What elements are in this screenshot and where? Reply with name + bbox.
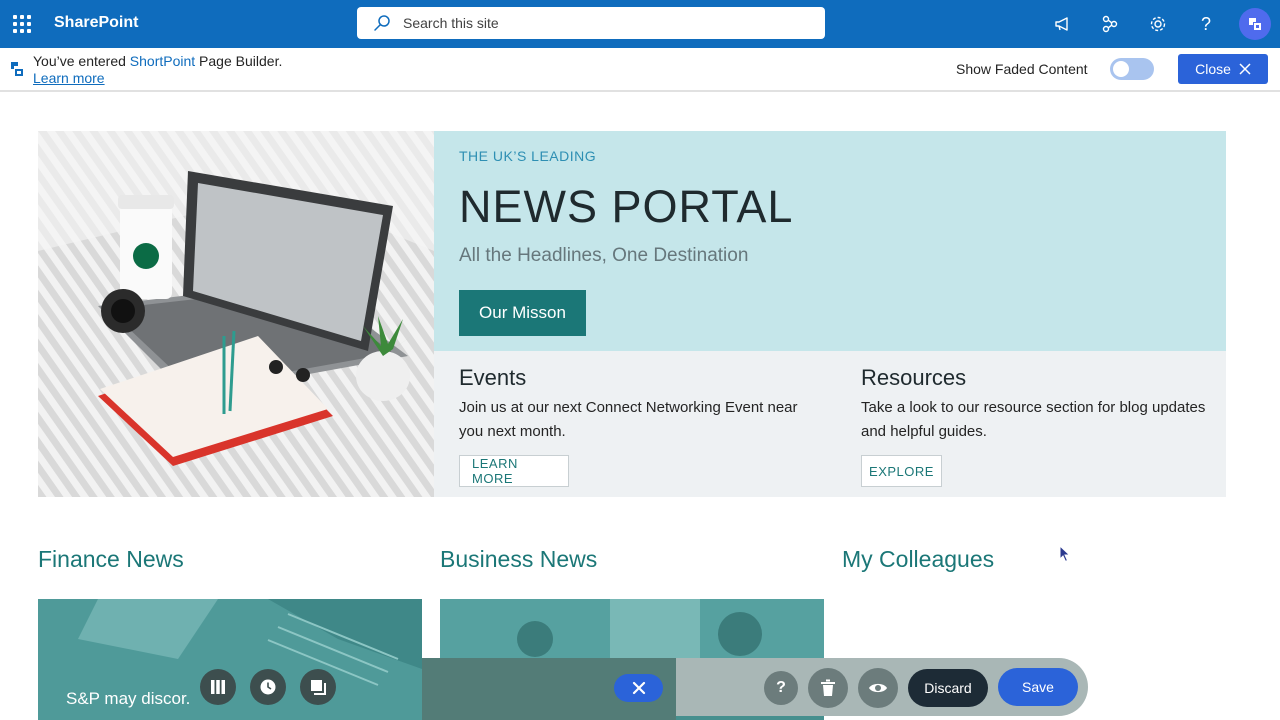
- tile-caption: S&P may discor.: [66, 689, 191, 708]
- gear-icon[interactable]: [1146, 12, 1170, 36]
- resources-text: Take a look to our resource section for …: [861, 399, 1206, 440]
- discard-button[interactable]: Discard: [908, 669, 988, 707]
- app-name[interactable]: SharePoint: [54, 14, 138, 32]
- search-icon: [374, 15, 390, 31]
- my-colleagues-title: My Colleagues: [842, 546, 995, 572]
- explore-button[interactable]: EXPLORE: [861, 455, 942, 487]
- business-news-title: Business News: [440, 546, 598, 572]
- hero-cards: Events Join us at our next Connect Netwo…: [434, 351, 1226, 497]
- learn-more-link[interactable]: Learn more: [33, 70, 105, 86]
- search-input[interactable]: [403, 15, 803, 31]
- builder-message: You’ve entered ShortPoint Page Builder.: [33, 53, 283, 69]
- columns-icon[interactable]: [200, 669, 236, 705]
- mouse-cursor-icon: [1059, 545, 1071, 563]
- learn-more-button[interactable]: LEARN MORE: [459, 455, 569, 487]
- waffle-icon[interactable]: [12, 14, 32, 34]
- search-box[interactable]: [357, 7, 825, 39]
- megaphone-icon[interactable]: [1051, 12, 1075, 36]
- hero-kicker: THE UK’S LEADING: [459, 148, 597, 164]
- hero-headline: NEWS PORTAL: [459, 181, 794, 232]
- show-faded-label: Show Faded Content: [956, 61, 1088, 77]
- close-toolbar-button[interactable]: [614, 674, 663, 702]
- our-mission-button[interactable]: Our Misson: [459, 290, 586, 336]
- show-faded-toggle[interactable]: [1110, 58, 1154, 80]
- resources-title: Resources: [861, 365, 967, 390]
- shortpoint-banner: You’ve entered ShortPoint Page Builder. …: [0, 48, 1280, 92]
- hero-subhead: All the Headlines, One Destination: [459, 245, 749, 266]
- shortpoint-logo-icon: [11, 62, 23, 76]
- share-network-icon[interactable]: [1098, 12, 1122, 36]
- close-button[interactable]: Close: [1178, 54, 1268, 84]
- hero-banner: THE UK’S LEADING NEWS PORTAL All the Hea…: [434, 131, 1226, 351]
- clock-icon[interactable]: [250, 669, 286, 705]
- avatar[interactable]: [1239, 8, 1271, 40]
- close-icon: [632, 681, 645, 695]
- eye-icon[interactable]: [858, 668, 898, 708]
- layers-icon[interactable]: [300, 669, 336, 705]
- help-icon[interactable]: ?: [764, 671, 798, 705]
- events-title: Events: [459, 365, 527, 390]
- save-button[interactable]: Save: [998, 668, 1078, 706]
- hero-image: [38, 131, 434, 497]
- suite-bar: SharePoint ?: [0, 0, 1280, 48]
- help-icon[interactable]: ?: [1194, 12, 1218, 36]
- close-icon: [1239, 63, 1251, 75]
- events-text: Join us at our next Connect Networking E…: [459, 399, 798, 440]
- finance-news-title: Finance News: [38, 546, 184, 572]
- shortpoint-name: ShortPoint: [129, 53, 196, 69]
- trash-icon[interactable]: [808, 668, 848, 708]
